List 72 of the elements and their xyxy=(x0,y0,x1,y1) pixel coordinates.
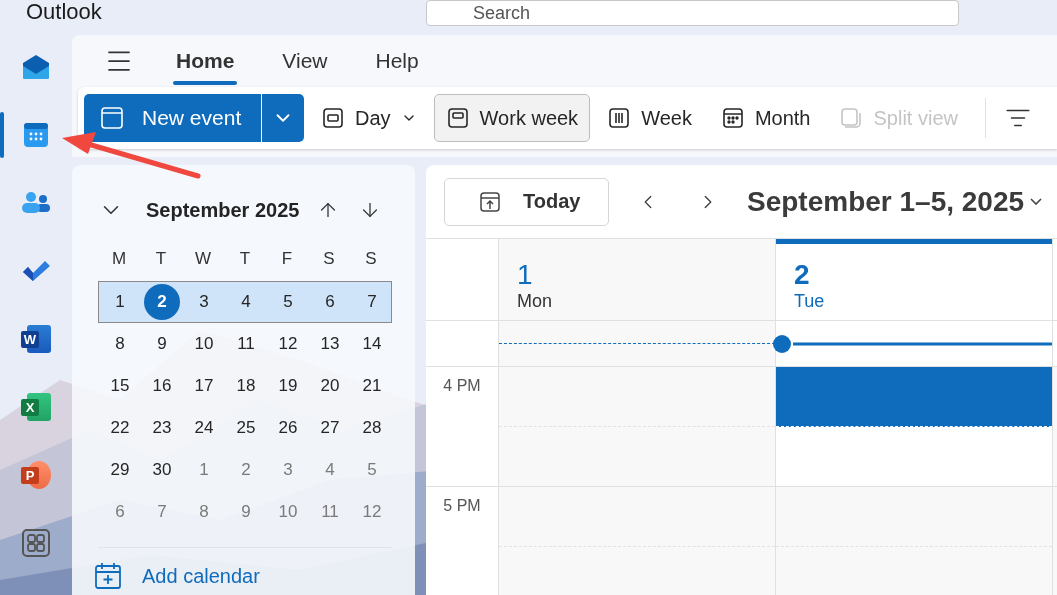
add-calendar-link[interactable]: Add calendar xyxy=(94,562,393,590)
hour-label: 5 PM xyxy=(443,497,481,516)
calendar-day[interactable]: 12 xyxy=(351,492,393,532)
calendar-day[interactable]: 7 xyxy=(141,492,183,532)
calendar-day[interactable]: 6 xyxy=(99,492,141,532)
calendar-day[interactable]: 2 xyxy=(225,450,267,490)
ribbon-tab[interactable]: Home xyxy=(170,37,241,85)
calendar-day[interactable]: 3 xyxy=(267,450,309,490)
calendar-day[interactable]: 30 xyxy=(141,450,183,490)
calendar-day[interactable]: 11 xyxy=(225,324,267,364)
calendar-day[interactable]: 26 xyxy=(267,408,309,448)
day-number: 1 xyxy=(517,259,533,291)
today-button[interactable]: Today xyxy=(444,177,609,226)
calendar-day[interactable]: 3 xyxy=(183,282,225,322)
calendar-day[interactable]: 1 xyxy=(99,282,141,322)
word-app-button[interactable]: W xyxy=(0,316,72,362)
calendar-day[interactable]: 22 xyxy=(99,408,141,448)
calendar-day[interactable]: 10 xyxy=(267,492,309,532)
calendar-day[interactable]: 28 xyxy=(351,408,393,448)
calendar-day[interactable]: 6 xyxy=(309,282,351,322)
weekday-label: T xyxy=(238,248,252,270)
calendar-day[interactable]: 9 xyxy=(141,324,183,364)
calendar-day[interactable]: 9 xyxy=(225,492,267,532)
calendar-day[interactable]: 20 xyxy=(309,366,351,406)
hour-label: 4 PM xyxy=(443,377,481,396)
calendar-day[interactable]: 19 xyxy=(267,366,309,406)
weekday-name: Tue xyxy=(794,291,825,312)
weekday-label: S xyxy=(364,248,378,270)
weekday-name: Mon xyxy=(517,291,552,312)
month-title: September 2025 xyxy=(146,198,300,222)
calendar-day[interactable]: 5 xyxy=(351,450,393,490)
calendar-day[interactable]: 8 xyxy=(183,492,225,532)
calendar-day[interactable]: 1 xyxy=(183,450,225,490)
view-button[interactable]: Month xyxy=(708,94,823,142)
view-button[interactable]: Work week xyxy=(433,94,591,142)
calendar-day[interactable]: 23 xyxy=(141,408,183,448)
calendar-day[interactable]: 27 xyxy=(309,408,351,448)
search-field[interactable]: Search xyxy=(426,0,959,26)
weekday-label: S xyxy=(322,248,336,270)
day-column-header[interactable]: 2 Tue xyxy=(775,239,1052,321)
new-event-button[interactable]: New event xyxy=(84,94,261,142)
calendar-day[interactable]: 15 xyxy=(99,366,141,406)
calendar-day[interactable]: 25 xyxy=(225,408,267,448)
view-button[interactable]: Week xyxy=(595,94,704,142)
calendar-day[interactable]: 18 xyxy=(225,366,267,406)
calendar-day[interactable]: 13 xyxy=(309,324,351,364)
calendar-day[interactable]: 4 xyxy=(225,282,267,322)
calendar-day[interactable]: 12 xyxy=(267,324,309,364)
date-range-title[interactable]: September 1–5, 2025 xyxy=(747,185,1043,218)
calendar-day[interactable]: 29 xyxy=(99,450,141,490)
app-title: Outlook xyxy=(26,0,103,24)
ribbon-tab[interactable]: Help xyxy=(369,37,425,85)
calendar-day[interactable]: 14 xyxy=(351,324,393,364)
calendar-day[interactable]: 16 xyxy=(141,366,183,406)
excel-app-button[interactable]: X xyxy=(0,384,72,430)
ribbon-tab[interactable]: View xyxy=(276,37,334,85)
calendar-day[interactable]: 24 xyxy=(183,408,225,448)
view-button[interactable]: Day xyxy=(309,94,429,142)
calendar-day[interactable]: 21 xyxy=(351,366,393,406)
calendar-day[interactable]: 4 xyxy=(309,450,351,490)
calendar-day[interactable]: 11 xyxy=(309,492,351,532)
day-column-header[interactable]: 1 Mon xyxy=(498,239,775,321)
day-number: 2 xyxy=(794,259,810,291)
calendar-day[interactable]: 10 xyxy=(183,324,225,364)
calendar-day[interactable]: 8 xyxy=(99,324,141,364)
weekday-label: W xyxy=(193,248,212,270)
weekday-label: F xyxy=(280,248,294,270)
weekday-label: M xyxy=(110,248,128,270)
calendar-day[interactable]: 17 xyxy=(183,366,225,406)
calendar-day[interactable]: 7 xyxy=(351,282,393,322)
calendar-day[interactable]: 5 xyxy=(267,282,309,322)
weekday-label: T xyxy=(154,248,168,270)
